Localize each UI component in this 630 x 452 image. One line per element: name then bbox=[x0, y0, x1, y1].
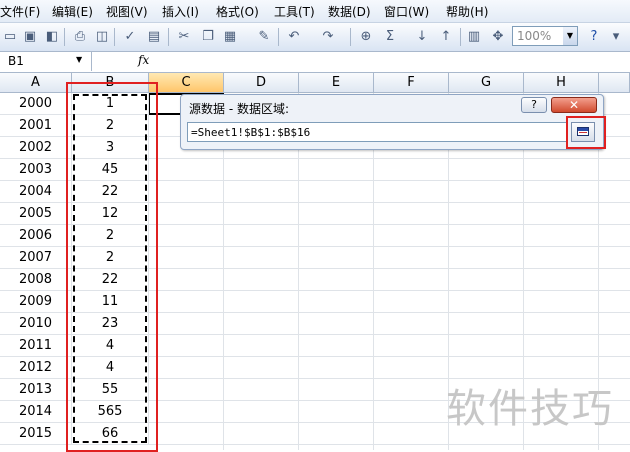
cell-value[interactable]: 22 bbox=[72, 269, 149, 290]
cell-value[interactable]: 12 bbox=[72, 203, 149, 224]
cell-value[interactable]: 2 bbox=[72, 115, 149, 136]
column-header-c[interactable]: C bbox=[149, 73, 224, 93]
table-row: 2009 11 bbox=[0, 291, 630, 313]
cell-value[interactable]: 11 bbox=[72, 291, 149, 312]
column-header-h[interactable]: H bbox=[524, 73, 599, 93]
sort-descending-icon[interactable]: ↑ bbox=[438, 29, 454, 45]
menu-tools[interactable]: 工具(T) bbox=[274, 3, 315, 20]
chevron-down-icon[interactable]: ▼ bbox=[76, 55, 82, 64]
cell-value[interactable]: 4 bbox=[72, 335, 149, 356]
spelling-icon[interactable]: ✓ bbox=[122, 29, 138, 45]
autosum-icon[interactable]: Σ bbox=[382, 29, 398, 45]
redo-icon[interactable]: ↷ bbox=[320, 29, 336, 45]
column-header-e[interactable]: E bbox=[299, 73, 374, 93]
sort-ascending-icon[interactable]: ↓ bbox=[414, 29, 430, 45]
menu-data[interactable]: 数据(D) bbox=[328, 3, 371, 20]
cut-icon[interactable]: ✂ bbox=[176, 29, 192, 45]
cell-year[interactable]: 2006 bbox=[0, 225, 72, 246]
copy-icon[interactable]: ❐ bbox=[200, 29, 216, 45]
menu-view[interactable]: 视图(V) bbox=[106, 3, 148, 20]
standard-toolbar: ▭ ▣ ◧ ⎙ ◫ ✓ ▤ ✂ ❐ ▦ ✎ ↶ ↷ ⊕ Σ ↓ ↑ ▥ ✥ 10… bbox=[0, 23, 630, 52]
data-range-input[interactable] bbox=[187, 122, 567, 142]
column-header-a[interactable]: A bbox=[0, 73, 72, 93]
help-icon[interactable]: ? bbox=[586, 29, 602, 45]
cell-value[interactable]: 66 bbox=[72, 423, 149, 444]
table-row: 2003 45 bbox=[0, 159, 630, 181]
cell-year[interactable]: 2009 bbox=[0, 291, 72, 312]
cell-value[interactable]: 55 bbox=[72, 379, 149, 400]
table-row: 2007 2 bbox=[0, 247, 630, 269]
cell-value[interactable]: 2 bbox=[72, 225, 149, 246]
cell-value[interactable]: 565 bbox=[72, 401, 149, 422]
chevron-down-icon[interactable]: ▼ bbox=[563, 27, 577, 45]
menu-help[interactable]: 帮助(H) bbox=[446, 3, 488, 20]
menu-bar: 文件(F) 编辑(E) 视图(V) 插入(I) 格式(O) 工具(T) 数据(D… bbox=[0, 0, 630, 23]
cell-year[interactable]: 2004 bbox=[0, 181, 72, 202]
cell-year[interactable]: 2014 bbox=[0, 401, 72, 422]
cell-value[interactable]: 1 bbox=[72, 93, 149, 114]
zoom-value: 100% bbox=[517, 29, 552, 43]
cell-year[interactable]: 2008 bbox=[0, 269, 72, 290]
menu-format[interactable]: 格式(O) bbox=[216, 3, 259, 20]
table-row: 2011 4 bbox=[0, 335, 630, 357]
cell-value[interactable]: 23 bbox=[72, 313, 149, 334]
undo-icon[interactable]: ↶ bbox=[286, 29, 302, 45]
table-row: 2006 2 bbox=[0, 225, 630, 247]
expand-dialog-button[interactable] bbox=[571, 122, 595, 142]
hyperlink-icon[interactable]: ⊕ bbox=[358, 29, 374, 45]
cell-year[interactable]: 2007 bbox=[0, 247, 72, 268]
column-header-g[interactable]: G bbox=[449, 73, 524, 93]
drawing-icon[interactable]: ✥ bbox=[490, 29, 506, 45]
dialog-close-button[interactable]: ✕ bbox=[551, 97, 597, 113]
name-box[interactable]: B1 ▼ bbox=[0, 52, 92, 71]
column-header-f[interactable]: F bbox=[374, 73, 449, 93]
zoom-select[interactable]: 100% ▼ bbox=[512, 26, 578, 46]
cell-value[interactable]: 4 bbox=[72, 357, 149, 378]
cell-year[interactable]: 2005 bbox=[0, 203, 72, 224]
column-header-b[interactable]: B bbox=[72, 73, 149, 93]
print-preview-icon[interactable]: ◫ bbox=[94, 29, 110, 45]
permission-icon[interactable]: ◧ bbox=[44, 29, 60, 45]
name-box-value: B1 bbox=[8, 54, 24, 68]
cell-year[interactable]: 2002 bbox=[0, 137, 72, 158]
print-icon[interactable]: ⎙ bbox=[72, 29, 88, 45]
research-icon[interactable]: ▤ bbox=[146, 29, 162, 45]
menu-file[interactable]: 文件(F) bbox=[0, 3, 40, 20]
cell-year[interactable]: 2000 bbox=[0, 93, 72, 114]
cell-year[interactable]: 2001 bbox=[0, 115, 72, 136]
cell-value[interactable]: 22 bbox=[72, 181, 149, 202]
table-row: 2005 12 bbox=[0, 203, 630, 225]
cell-value[interactable]: 3 bbox=[72, 137, 149, 158]
menu-edit[interactable]: 编辑(E) bbox=[52, 3, 93, 20]
dialog-title: 源数据 - 数据区域: bbox=[189, 102, 290, 116]
cell-year[interactable]: 2011 bbox=[0, 335, 72, 356]
cell-year[interactable]: 2012 bbox=[0, 357, 72, 378]
cell-year[interactable]: 2010 bbox=[0, 313, 72, 334]
format-painter-icon[interactable]: ✎ bbox=[256, 29, 272, 45]
table-row: 2004 22 bbox=[0, 181, 630, 203]
paste-icon[interactable]: ▦ bbox=[222, 29, 238, 45]
watermark-text: 软件技巧 bbox=[446, 386, 614, 432]
source-data-range-dialog: 源数据 - 数据区域: ? ✕ bbox=[180, 94, 604, 150]
table-row: 2010 23 bbox=[0, 313, 630, 335]
cell-year[interactable]: 2013 bbox=[0, 379, 72, 400]
cell-year[interactable]: 2003 bbox=[0, 159, 72, 180]
cell-value[interactable]: 45 bbox=[72, 159, 149, 180]
fx-icon[interactable]: fx bbox=[138, 53, 149, 67]
cell-value[interactable]: 2 bbox=[72, 247, 149, 268]
formula-bar: B1 ▼ fx bbox=[0, 52, 630, 73]
expand-dialog-icon bbox=[577, 127, 589, 136]
menu-insert[interactable]: 插入(I) bbox=[162, 3, 199, 20]
column-header-d[interactable]: D bbox=[224, 73, 299, 93]
menu-window[interactable]: 窗口(W) bbox=[384, 3, 429, 20]
new-icon[interactable]: ▭ bbox=[2, 29, 18, 45]
column-header-i[interactable] bbox=[599, 73, 630, 93]
dialog-help-button[interactable]: ? bbox=[521, 97, 547, 113]
save-icon[interactable]: ▣ bbox=[22, 29, 38, 45]
table-row: 2008 22 bbox=[0, 269, 630, 291]
chart-wizard-icon[interactable]: ▥ bbox=[466, 29, 482, 45]
cell-year[interactable]: 2015 bbox=[0, 423, 72, 444]
toolbar-options-icon[interactable]: ▾ bbox=[608, 29, 624, 45]
